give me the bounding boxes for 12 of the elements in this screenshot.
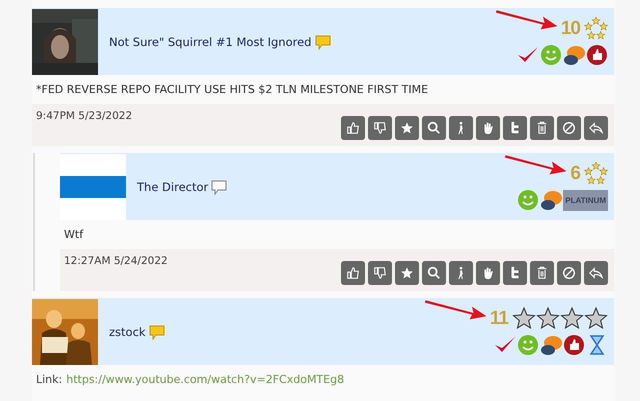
link-label: Link:	[36, 373, 62, 386]
timestamp: 12:27AM 5/24/2022	[64, 255, 168, 269]
username[interactable]: zstock	[109, 324, 146, 338]
username[interactable]: The Director	[137, 180, 208, 194]
rank-number: 10	[560, 18, 580, 40]
post-text: *FED REVERSE REPO FACILITY USE HITS $2 TLN MILESTONE FIRST TIME	[36, 83, 428, 96]
platinum-badge: PLATINUM	[563, 190, 608, 210]
timestamp: 9:47PM 5/23/2022	[36, 110, 132, 124]
username[interactable]: Not Sure" Squirrel #1 Most Ignored	[109, 34, 312, 48]
rank-number: 11	[490, 308, 508, 330]
post-text: Wtf	[64, 228, 84, 241]
rank-number: 6	[570, 163, 580, 185]
